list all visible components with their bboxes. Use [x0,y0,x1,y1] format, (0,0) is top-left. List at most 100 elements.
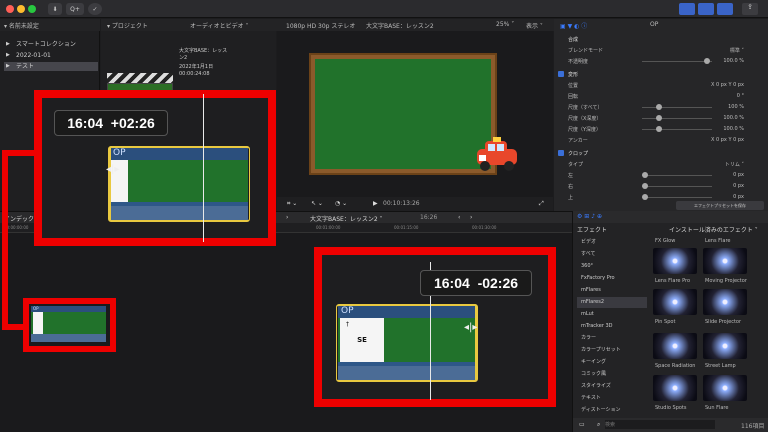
library-item-test[interactable]: ▶ テスト [4,62,98,71]
effects-category[interactable]: 360° [577,261,647,272]
save-effects-preset-button[interactable]: エフェクトプリセットを保存 [676,201,764,210]
scale-y-value[interactable]: 100.0 % [723,126,744,132]
background-tasks-badge[interactable]: ✓ [88,3,102,15]
slider-knob[interactable] [642,172,648,178]
inspector-layout-icon[interactable] [717,3,733,15]
opacity-value[interactable]: 100.0 % [723,58,744,64]
scale-slider[interactable] [642,104,712,110]
slider-knob[interactable] [704,58,710,64]
timeline-forward-icon[interactable]: › [470,214,472,221]
select-tool-icon[interactable]: ↖ ⌄ [311,200,323,207]
effects-category[interactable]: テキスト [577,393,647,404]
blend-mode-popup[interactable]: 標準 ˅ [730,47,744,54]
forward-arrow-icon[interactable]: › [286,214,288,221]
library-item-event-date[interactable]: ▶ 2022-01-01 [4,51,98,60]
category-label: すべて [581,251,596,257]
transform-section[interactable]: 変形 [558,69,764,80]
effects-search-input[interactable] [605,420,715,429]
effect-thumbnail[interactable] [703,375,747,401]
connector-line-top [2,150,36,156]
library-item-smart-collections[interactable]: ▶ スマートコレクション [4,40,98,49]
effect-thumbnail[interactable] [703,289,747,315]
effect-thumbnail[interactable] [653,248,697,274]
effects-category[interactable]: スタイライズ [577,381,647,392]
slider-knob[interactable] [642,194,648,200]
effects-category[interactable]: コミック風 [577,369,647,380]
slider-knob[interactable] [656,126,662,132]
keywords-button[interactable]: Q+ [66,3,84,15]
disclosure-icon[interactable]: ▶ [6,62,10,71]
crop-section[interactable]: クロップ [558,148,764,159]
effects-filter-menu[interactable]: インストール済みのエフェクト ˅ [669,225,758,234]
close-window-button[interactable] [6,5,14,13]
inspector-tabs-icon[interactable]: ▣ ▼ ◐ ⓘ [560,21,587,30]
crop-checkbox[interactable] [558,150,564,156]
timeline-layout-icon[interactable] [698,3,714,15]
slider-knob[interactable] [656,115,662,121]
rotation-value[interactable]: 0 ° [737,93,744,99]
crop-right-slider[interactable] [642,183,712,189]
transform-checkbox[interactable] [558,71,564,77]
effect-label: Street Lamp [705,363,736,369]
effects-category[interactable]: ビデオ [577,237,647,248]
import-media-button[interactable]: ⬇ [48,3,62,15]
crop-right-value[interactable]: 0 px [733,183,744,189]
disclosure-icon[interactable]: ▶ [6,51,10,60]
timeline-clip-op-small[interactable]: OP [31,306,106,342]
position-value[interactable]: X 0 px Y 0 px [711,82,744,88]
playhead[interactable] [203,94,204,242]
anchor-value[interactable]: X 0 px Y 0 px [711,137,744,143]
effects-category-selected[interactable]: mFlares2 [577,297,647,308]
effects-category[interactable]: ディストーション [577,405,647,416]
slider-knob[interactable] [656,104,662,110]
speed-tool-icon[interactable]: ◔ ⌄ [335,200,347,207]
scale-value[interactable]: 100 % [728,104,744,110]
minimize-window-button[interactable] [17,5,25,13]
rotation-row: 回転 0 ° [558,91,764,102]
effects-category[interactable]: カラー [577,333,647,344]
project-menu[interactable]: 大文字BASE：レッスン2 ˅ [310,214,383,223]
compositing-section[interactable]: 合成 [558,34,764,45]
library-layout-icon[interactable] [679,3,695,15]
opacity-slider[interactable] [642,58,712,64]
effects-category[interactable]: FxFactory Pro [577,273,647,284]
effect-thumbnail[interactable] [703,248,747,274]
crop-left-value[interactable]: 0 px [733,172,744,178]
effects-category[interactable]: mFlares [577,285,647,296]
slider-knob[interactable] [642,183,648,189]
effects-category[interactable]: すべて [577,249,647,260]
scale-y-slider[interactable] [642,126,712,132]
effect-thumbnail[interactable] [653,333,697,359]
clip-view-menu[interactable]: オーディオとビデオ ˅ [190,21,249,30]
library-name[interactable]: ▾ 名前未設定 [4,21,39,30]
trim-selection-outline[interactable] [108,146,250,222]
effects-category[interactable]: mTracker 3D [577,321,647,332]
effect-thumbnail[interactable] [653,289,697,315]
display-menu[interactable]: 表示 ˅ [526,21,543,30]
param-label: ブレンドモード [568,48,604,54]
project-title[interactable]: 大文字BASE：レッス [179,47,227,54]
crop-type-popup[interactable]: トリム ˅ [725,161,744,168]
sidebar-toggle-icon[interactable]: ▭ [579,421,585,428]
crop-left-slider[interactable] [642,172,712,178]
scale-x-slider[interactable] [642,115,712,121]
effect-thumbnail[interactable] [653,375,697,401]
crop-top-slider[interactable] [642,194,712,200]
effects-category[interactable]: カラープリセット [577,345,647,356]
zoom-window-button[interactable] [28,5,36,13]
fullscreen-icon[interactable]: ⤢ [539,200,544,208]
trim-selection-outline[interactable] [336,304,478,382]
zoom-menu[interactable]: 25% ˅ [496,21,514,28]
effect-label: FX Glow [655,238,676,244]
effects-category[interactable]: mLut [577,309,647,320]
effects-category[interactable]: キーイング [577,357,647,368]
share-icon[interactable]: ⇪ [742,3,758,15]
timeline-back-icon[interactable]: ‹ [458,214,460,221]
crop-top-value[interactable]: 0 px [733,194,744,200]
play-button[interactable]: ▶ [373,200,378,207]
transform-tool-icon[interactable]: ⌗ ⌄ [287,200,297,208]
disclosure-icon[interactable]: ▶ [6,40,10,49]
scale-x-value[interactable]: 100.0 % [723,115,744,121]
effects-tool-icons[interactable]: ⚙ ⊞ ♪ ⊕ [577,213,602,220]
effect-thumbnail[interactable] [703,333,747,359]
